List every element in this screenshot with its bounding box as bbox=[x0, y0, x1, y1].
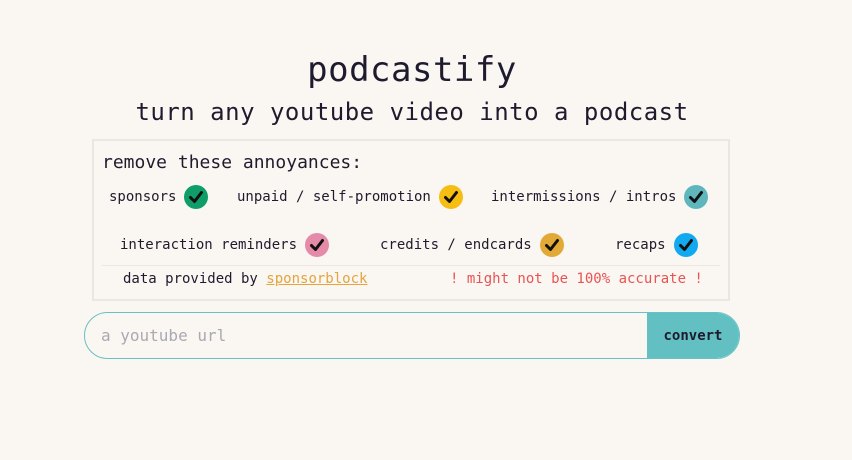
youtube-url-input[interactable] bbox=[85, 313, 647, 358]
checkmark-icon[interactable] bbox=[184, 185, 209, 209]
category-label: intermissions / intros bbox=[491, 189, 677, 205]
checkmark-icon[interactable] bbox=[539, 233, 564, 257]
category-label: recaps bbox=[615, 237, 666, 253]
checkmark-icon[interactable] bbox=[673, 233, 698, 257]
category-sponsors[interactable]: sponsors bbox=[109, 185, 209, 209]
category-intermissions[interactable]: intermissions / intros bbox=[491, 185, 709, 209]
category-credits-endcards[interactable]: credits / endcards bbox=[380, 233, 564, 257]
page-subtitle: turn any youtube video into a podcast bbox=[135, 98, 689, 126]
category-label: interaction reminders bbox=[120, 237, 298, 253]
panel-heading: remove these annoyances: bbox=[102, 152, 363, 173]
divider bbox=[102, 265, 720, 266]
checkmark-icon[interactable] bbox=[305, 233, 330, 257]
sponsorblock-link[interactable]: sponsorblock bbox=[266, 271, 367, 287]
accuracy-warning: ! might not be 100% accurate ! bbox=[450, 271, 703, 287]
category-interaction-reminders[interactable]: interaction reminders bbox=[120, 233, 330, 257]
category-label: unpaid / self-promotion bbox=[237, 189, 431, 205]
category-recaps[interactable]: recaps bbox=[615, 233, 698, 257]
category-label: sponsors bbox=[109, 189, 177, 205]
url-form: convert bbox=[84, 312, 740, 359]
data-credit: data provided by sponsorblock bbox=[123, 271, 367, 287]
credit-prefix: data provided by bbox=[123, 271, 258, 287]
category-self-promotion[interactable]: unpaid / self-promotion bbox=[237, 185, 463, 209]
checkmark-icon[interactable] bbox=[438, 185, 463, 209]
checkmark-icon[interactable] bbox=[684, 185, 709, 209]
page-title: podcastify bbox=[307, 50, 517, 90]
convert-button[interactable]: convert bbox=[647, 313, 739, 358]
category-label: credits / endcards bbox=[380, 237, 532, 253]
